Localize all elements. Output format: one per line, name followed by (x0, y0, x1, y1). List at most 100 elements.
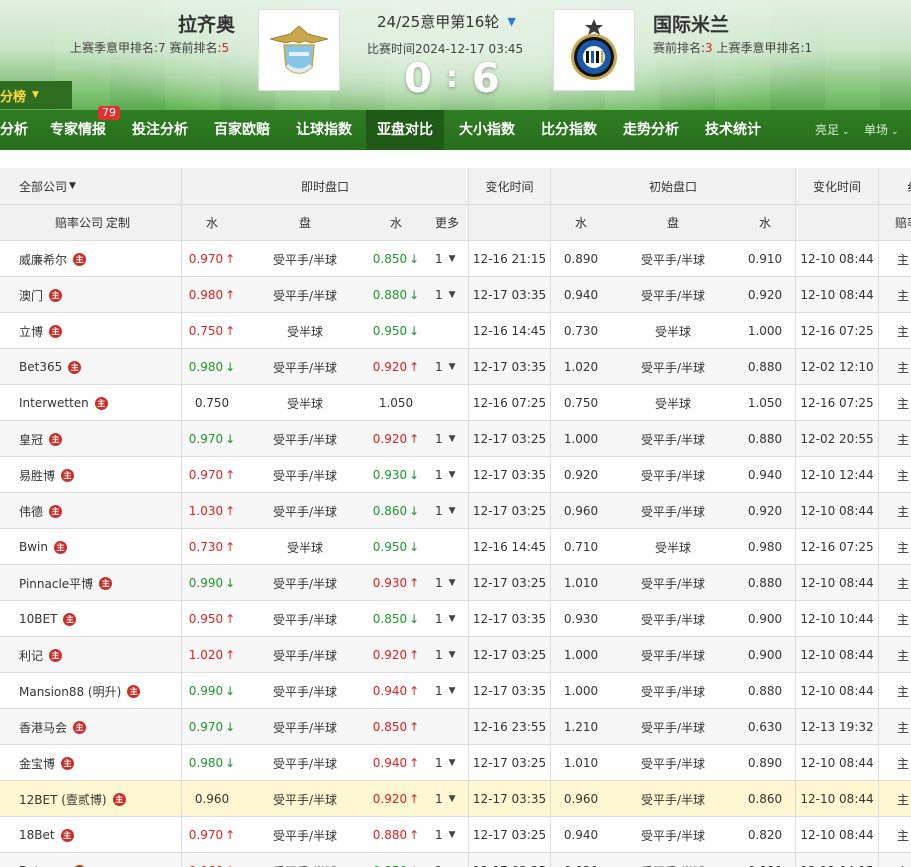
tab-expert-info[interactable]: 专家情报 79 (50, 106, 120, 150)
round-selector[interactable]: 24/25意甲第16轮 ▼ (377, 11, 516, 32)
table-row[interactable]: 威廉希尔主 0.970 ↑ 受平手/半球 0.850 ↓ 1 ▼ 12-16 21:15 0.89… (0, 241, 911, 277)
company-name[interactable]: 12BET (壹贰博) 主 (0, 781, 181, 817)
table-row[interactable]: 澳门主 0.980 ↑ 受平手/半球 0.880 ↓ 1 ▼ 12-17 03:35 0.940 受… (0, 277, 911, 313)
change-time: 12-17 03:25 (472, 432, 547, 446)
table-row[interactable]: Bet365 主 0.980 ↓ 受平手/半球 0.920 ↑ 1 ▼ 12-17 03:35 1.… (0, 349, 911, 385)
table-row[interactable]: 皇冠主 0.970 ↓ 受平手/半球 0.920 ↑ 1 ▼ 12-17 03:25 1.000 受… (0, 421, 911, 457)
company-name[interactable]: 18Bet 主 (0, 817, 181, 853)
more-dropdown[interactable]: 1▼ (427, 853, 467, 867)
arrow-up-icon: ↑ (225, 648, 236, 662)
company-name[interactable]: Bet365 主 (0, 349, 181, 385)
select-1[interactable]: 亮足 ⌄ (815, 110, 850, 150)
away-team-name[interactable]: 国际米兰 (653, 10, 729, 37)
more-dropdown[interactable]: 1▼ (427, 601, 467, 637)
live-handicap: 受平手/半球 (262, 853, 348, 867)
tab-trend-analysis[interactable]: 走势分析 (623, 110, 679, 150)
live-home-water: 0.960↑ (182, 853, 242, 867)
live-away-water: 1.050 (378, 396, 414, 410)
live-away-water: 0.920 ↑ (372, 432, 420, 446)
init-change-time: 12-02 12:10 (800, 360, 874, 374)
caret-down-icon: ▼ (448, 470, 456, 480)
company-name[interactable]: 易胜博主 (0, 457, 181, 493)
company-name[interactable]: 香港马会主 (0, 709, 181, 745)
table-row[interactable]: 伟德主 1.030 ↑ 受平手/半球 0.860 ↓ 1 ▼ 12-17 03:25 0.960 受… (0, 493, 911, 529)
company-name[interactable]: 威廉希尔主 (0, 241, 181, 277)
cut-column: 主 (897, 684, 910, 699)
more-dropdown[interactable]: 1▼ (427, 673, 467, 709)
company-name[interactable]: 立博主 (0, 313, 181, 349)
more-dropdown[interactable]: 1▼ (427, 421, 467, 457)
company-name[interactable]: 伟德主 (0, 493, 181, 529)
tab-score-index[interactable]: 比分指数 (541, 110, 597, 150)
company-name[interactable]: 10BET 主 (0, 601, 181, 637)
all-companies-dropdown[interactable]: 全部公司 ▼ (0, 168, 181, 204)
more-dropdown[interactable]: 1▼ (427, 349, 467, 385)
company-name[interactable]: Interwetten 主 (0, 385, 181, 421)
arrow-up-icon: ↑ (225, 828, 236, 842)
more-dropdown[interactable]: 1▼ (427, 745, 467, 781)
table-row[interactable]: 金宝博主 0.980 ↓ 受平手/半球 0.940 ↑ 1 ▼ 12-17 03:25 1.010… (0, 745, 911, 781)
tab-asian-handicap[interactable]: 亚盘对比 (366, 110, 444, 150)
company-name[interactable]: Bwin 主 (0, 529, 181, 565)
home-team-name[interactable]: 拉齐奥 (178, 10, 235, 37)
table-row[interactable]: 18Bet 主 0.970 ↑ 受平手/半球 0.880 ↑ 1 ▼ 12-17 03:25 0.9… (0, 817, 911, 853)
company-name[interactable]: 利记主 (0, 637, 181, 673)
tab-betting-analysis[interactable]: 投注分析 (132, 110, 188, 150)
table-row[interactable]: 易胜博主 0.970 ↑ 受平手/半球 0.930 ↓ 1 ▼ 12-17 03:35 0.920… (0, 457, 911, 493)
select-2[interactable]: 单场 ⌄ (864, 110, 899, 150)
table-row[interactable]: 香港马会主 0.970 ↓ 受平手/半球 0.850 ↑ 12-16 23:55 1.210 受… (0, 709, 911, 745)
home-team-logo[interactable] (258, 9, 340, 91)
company-name[interactable]: 皇冠主 (0, 421, 181, 457)
tab-handicap-index[interactable]: 让球指数 (296, 110, 352, 150)
custom-button[interactable]: 定制 (100, 205, 136, 240)
init-handicap: 受平手/半球 (640, 468, 706, 483)
tab-euro-odds[interactable]: 百家欧赔 (214, 110, 270, 150)
more-dropdown[interactable]: 1▼ (427, 277, 467, 313)
table-row[interactable]: Interwetten 主 0.750 受半球 1.050 12-16 07:25 0.75… (0, 385, 911, 421)
init-away-water: 0.820 (747, 828, 783, 842)
cut-column: 主 (897, 324, 910, 339)
table-row[interactable]: 利记主 1.020 ↑ 受平手/半球 0.920 ↑ 1 ▼ 12-17 03:25 1.000 受… (0, 637, 911, 673)
more-dropdown[interactable]: 1▼ (427, 781, 467, 817)
company-name[interactable]: 澳门主 (0, 277, 181, 313)
table-row[interactable]: Mansion88 (明升) 主 0.990 ↓ 受平手/半球 0.940 ↑ 1 ▼ 12-17… (0, 673, 911, 709)
more-dropdown[interactable]: 1▼ (427, 817, 467, 853)
init-home-water: 0.750 (563, 396, 599, 410)
init-change-time: 12-10 08:44 (800, 684, 874, 698)
init-away-water: 0.880 (735, 853, 795, 867)
tab-over-under[interactable]: 大小指数 (459, 110, 515, 150)
company-name[interactable]: Pinnacle平博主 (0, 565, 181, 601)
cut-column: 主 (897, 396, 910, 411)
table-row[interactable]: 10BET 主 0.950 ↑ 受平手/半球 0.850 ↓ 1 ▼ 12-17 03:35 0.9… (0, 601, 911, 637)
tab-tech-stats[interactable]: 技术统计 (705, 110, 761, 150)
away-team-logo[interactable] (553, 9, 635, 91)
change-time: 12-17 03:35 (472, 612, 547, 626)
live-home-water: 0.970 ↑ (188, 468, 236, 482)
table-row[interactable]: Bwin 主 0.730 ↑ 受半球 0.950 ↓ 12-16 14:45 0.710 受半球 0… (0, 529, 911, 565)
init-handicap: 受平手/半球 (640, 720, 706, 735)
table-row[interactable]: 立博主 0.750 ↑ 受半球 0.950 ↓ 12-16 14:45 0.730 受半球 1.0… (0, 313, 911, 349)
cut-column: 主 (897, 468, 910, 483)
cut-column: 主 (897, 828, 910, 843)
table-row[interactable]: Pinnacle平博主 0.990 ↓ 受平手/半球 0.930 ↑ 1 ▼ 12-17 03:… (0, 565, 911, 601)
more-dropdown[interactable]: 1▼ (427, 565, 467, 601)
init-home-water: 0.940 (563, 288, 599, 302)
more-dropdown[interactable]: 1▼ (427, 241, 467, 277)
tab-analysis[interactable]: 分析 (0, 110, 28, 150)
more-dropdown[interactable]: 1▼ (427, 637, 467, 673)
table-row[interactable]: Betsson主0.960↑受平手/半球0.850↓1▼12-17 03:350… (0, 853, 911, 867)
more-dropdown[interactable]: 1▼ (427, 493, 467, 529)
company-name[interactable]: Betsson主 (0, 853, 181, 867)
table-row[interactable]: 12BET (壹贰博) 主 0.960 受平手/半球 0.920 ↑ 1 ▼ 12-17 03:… (0, 781, 911, 817)
init-away-water: 0.860 (747, 792, 783, 806)
arrow-up-icon: ↑ (225, 504, 236, 518)
company-name[interactable]: Mansion88 (明升) 主 (0, 673, 181, 709)
home-marker-icon: 主 (54, 540, 67, 554)
standings-tab[interactable]: 分榜 ▼ (0, 81, 72, 109)
home-marker-icon: 主 (61, 468, 75, 482)
more-dropdown[interactable]: 1▼ (427, 457, 467, 493)
live-away-water: 0.940 ↑ (372, 684, 420, 698)
init-handicap: 受平手/半球 (640, 252, 706, 267)
inter-crest-icon (571, 19, 617, 80)
company-name[interactable]: 金宝博主 (0, 745, 181, 781)
